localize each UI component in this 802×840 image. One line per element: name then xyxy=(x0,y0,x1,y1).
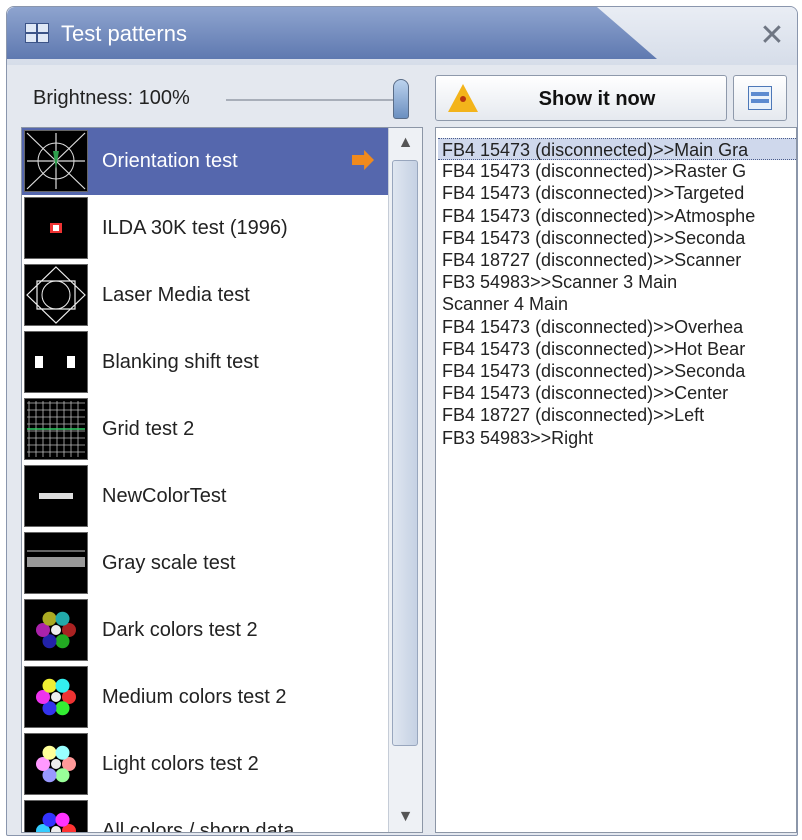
pattern-label: All colors / shorp data xyxy=(102,820,295,833)
brightness-row: Brightness: 100% xyxy=(21,75,409,123)
pattern-thumbnail xyxy=(24,666,88,728)
target-list-item[interactable]: FB4 15473 (disconnected)>>Main Gra xyxy=(438,138,796,160)
pattern-item[interactable]: Dark colors test 2 xyxy=(22,597,388,664)
brightness-slider-track[interactable] xyxy=(226,99,396,101)
target-list-item[interactable]: FB4 18727 (disconnected)>>Left xyxy=(438,404,796,426)
target-list-item[interactable]: FB4 15473 (disconnected)>>Atmosphe xyxy=(438,205,796,227)
pattern-label: Blanking shift test xyxy=(102,351,259,373)
pattern-item[interactable]: Medium colors test 2 xyxy=(22,664,388,731)
pattern-thumbnail xyxy=(24,599,88,661)
scroll-down-arrow-icon[interactable]: ▼ xyxy=(389,802,422,832)
pattern-list: Orientation test ILDA 30K test (1996) Lase… xyxy=(21,127,423,833)
play-arrow-icon[interactable] xyxy=(352,150,374,170)
grid-window-icon xyxy=(25,23,49,43)
brightness-slider-thumb[interactable] xyxy=(393,79,409,119)
target-list-item[interactable]: FB4 15473 (disconnected)>>Hot Bear xyxy=(438,338,796,360)
test-patterns-window: Test patterns ✕ Brightness: 100% Orienta… xyxy=(6,6,798,836)
pattern-item[interactable]: ILDA 30K test (1996) xyxy=(22,195,388,262)
pattern-item[interactable]: Light colors test 2 xyxy=(22,731,388,798)
pattern-item[interactable]: Blanking shift test xyxy=(22,329,388,396)
target-list-item[interactable]: FB4 15473 (disconnected)>>Seconda xyxy=(438,360,796,382)
pattern-label: Light colors test 2 xyxy=(102,753,259,775)
pattern-item[interactable]: Grid test 2 xyxy=(22,396,388,463)
pattern-thumbnail xyxy=(24,800,88,832)
pattern-item[interactable]: Gray scale test xyxy=(22,530,388,597)
target-list-item[interactable]: FB4 15473 (disconnected)>>Center xyxy=(438,382,796,404)
pattern-item[interactable]: NewColorTest xyxy=(22,463,388,530)
scroll-thumb[interactable] xyxy=(392,160,418,746)
target-list-item[interactable]: FB4 15473 (disconnected)>>Targeted xyxy=(438,182,796,204)
pattern-thumbnail xyxy=(24,733,88,795)
brightness-label: Brightness: 100% xyxy=(33,87,190,109)
pattern-label: Medium colors test 2 xyxy=(102,686,287,708)
pattern-item[interactable]: Orientation test xyxy=(22,128,388,195)
target-list-item[interactable]: FB4 15473 (disconnected)>>Overhea xyxy=(438,316,796,338)
pattern-label: Dark colors test 2 xyxy=(102,619,258,641)
pattern-label: Grid test 2 xyxy=(102,418,195,440)
pattern-label: Orientation test xyxy=(102,150,238,172)
pattern-thumbnail xyxy=(24,197,88,259)
target-list-item[interactable]: FB4 18727 (disconnected)>>Scanner xyxy=(438,249,796,271)
pattern-thumbnail xyxy=(24,331,88,393)
pattern-label: Gray scale test xyxy=(102,552,236,574)
pattern-thumbnail xyxy=(24,398,88,460)
target-list-item[interactable]: FB4 15473 (disconnected)>>Seconda xyxy=(438,227,796,249)
pattern-thumbnail xyxy=(24,264,88,326)
output-target-list: FB4 15473 (disconnected)>>Main Gra FB4 15… xyxy=(435,127,797,833)
target-list-item[interactable]: FB3 54983>>Right xyxy=(438,427,796,449)
pattern-item[interactable]: All colors / shorp data xyxy=(22,798,388,833)
target-list-item[interactable]: FB4 15473 (disconnected)>>Raster G xyxy=(438,160,796,182)
target-list-item[interactable]: FB3 54983>>Scanner 3 Main xyxy=(438,271,796,293)
pattern-label: Laser Media test xyxy=(102,284,250,306)
title-bar[interactable]: Test patterns ✕ xyxy=(7,7,797,65)
pattern-item[interactable]: Laser Media test xyxy=(22,262,388,329)
pattern-list-scrollbar[interactable]: ▲ ▼ xyxy=(388,128,422,832)
target-list-item[interactable]: Scanner 4 Main xyxy=(438,293,796,315)
list-view-icon xyxy=(748,86,772,110)
scroll-up-arrow-icon[interactable]: ▲ xyxy=(389,128,422,158)
pattern-thumbnail xyxy=(24,465,88,527)
show-it-now-label: Show it now xyxy=(538,88,656,110)
pattern-thumbnail xyxy=(24,532,88,594)
pattern-thumbnail xyxy=(24,130,88,192)
options-button[interactable] xyxy=(733,75,787,121)
pattern-label: ILDA 30K test (1996) xyxy=(102,217,288,239)
window-title: Test patterns xyxy=(61,21,187,46)
pattern-label: NewColorTest xyxy=(102,485,227,507)
title-tab: Test patterns xyxy=(7,7,657,59)
show-it-now-button[interactable]: Show it now xyxy=(435,75,727,121)
close-icon[interactable]: ✕ xyxy=(757,21,787,51)
